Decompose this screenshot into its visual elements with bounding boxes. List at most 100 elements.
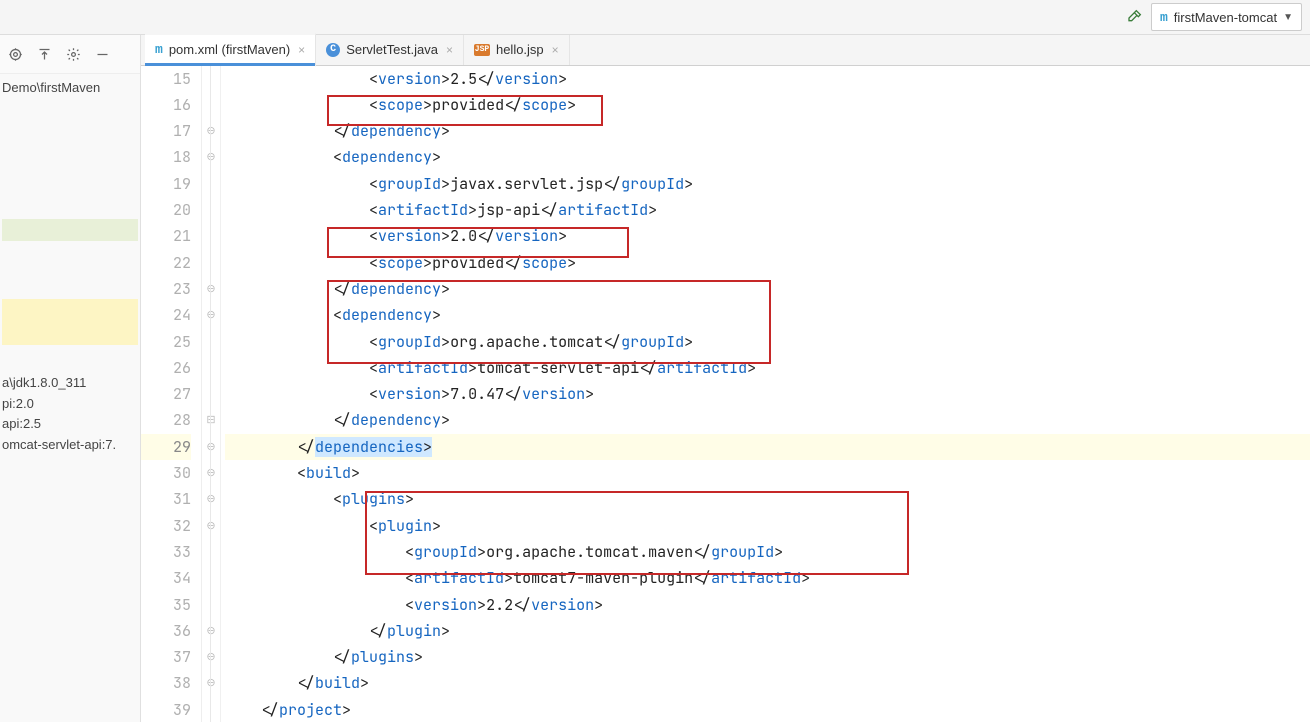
code-line[interactable]: <version>2.0</version> <box>225 223 1310 249</box>
line-number[interactable]: 24 <box>141 302 191 328</box>
line-number[interactable]: 34 <box>141 565 191 591</box>
fold-marker[interactable]: ⊖ <box>202 434 220 460</box>
project-sidebar[interactable]: Demo\firstMaven a\jdk1.8.0_311 pi:2.0 ap… <box>0 35 141 722</box>
project-path[interactable]: Demo\firstMaven <box>2 78 138 99</box>
close-icon[interactable]: × <box>446 43 453 57</box>
minus-icon[interactable] <box>95 47 110 62</box>
code-line[interactable]: <dependency> <box>225 144 1310 170</box>
line-number[interactable]: 25 <box>141 329 191 355</box>
code-line[interactable]: <scope>provided</scope> <box>225 92 1310 118</box>
run-config-selector[interactable]: m firstMaven-tomcat ▼ <box>1151 3 1302 31</box>
line-number[interactable]: 16 <box>141 92 191 118</box>
code-line[interactable]: <version>7.0.47</version> <box>225 381 1310 407</box>
fold-marker[interactable]: ⊖ <box>202 144 220 170</box>
gear-icon[interactable] <box>66 47 81 62</box>
code-line[interactable]: <version>2.5</version> <box>225 66 1310 92</box>
code-line[interactable]: <artifactId>jsp-api</artifactId> <box>225 197 1310 223</box>
target-icon[interactable] <box>8 47 23 62</box>
code-line[interactable]: <artifactId>tomcat-servlet-api</artifact… <box>225 355 1310 381</box>
code-line[interactable]: </build> <box>225 670 1310 696</box>
code-lines[interactable]: <version>2.5</version> <scope>provided</… <box>221 66 1310 722</box>
close-icon[interactable]: × <box>298 43 305 57</box>
line-number[interactable]: 23 <box>141 276 191 302</box>
fold-marker[interactable]: ⊖ <box>202 276 220 302</box>
line-number[interactable]: 17 <box>141 118 191 144</box>
line-number[interactable]: 19 <box>141 171 191 197</box>
code-line[interactable]: </dependencies> <box>225 434 1310 460</box>
fold-marker[interactable]: ⊟ <box>202 407 220 433</box>
code-line[interactable]: <version>2.2</version> <box>225 592 1310 618</box>
fold-marker[interactable]: ⊖ <box>202 513 220 539</box>
line-number[interactable]: 30 <box>141 460 191 486</box>
line-number[interactable]: 22 <box>141 250 191 276</box>
code-line[interactable]: <groupId>org.apache.tomcat.maven</groupI… <box>225 539 1310 565</box>
fold-marker[interactable] <box>202 381 220 407</box>
fold-marker[interactable] <box>202 66 220 92</box>
fold-marker[interactable] <box>202 92 220 118</box>
fold-marker[interactable]: ⊖ <box>202 670 220 696</box>
fold-marker[interactable] <box>202 697 220 722</box>
fold-marker[interactable] <box>202 329 220 355</box>
editor-tab[interactable]: mpom.xml (firstMaven)× <box>145 33 316 67</box>
code-line[interactable]: <dependency> <box>225 302 1310 328</box>
line-gutter[interactable]: 1516171819202122232425262728293031323334… <box>141 66 202 722</box>
fold-marker[interactable]: ⊖ <box>202 618 220 644</box>
code-line[interactable]: <groupId>org.apache.tomcat</groupId> <box>225 329 1310 355</box>
code-line[interactable]: </plugins> <box>225 644 1310 670</box>
line-number[interactable]: 26 <box>141 355 191 381</box>
collapse-icon[interactable] <box>37 47 52 62</box>
line-number[interactable]: 38 <box>141 670 191 696</box>
editor-tab[interactable]: CServletTest.java× <box>316 35 464 65</box>
editor-tab[interactable]: JSPhello.jsp× <box>464 35 570 65</box>
tree-item[interactable]: omcat-servlet-api:7. <box>2 435 138 456</box>
line-number[interactable]: 39 <box>141 697 191 722</box>
line-number[interactable]: 36 <box>141 618 191 644</box>
code-line[interactable]: <plugin> <box>225 513 1310 539</box>
fold-marker[interactable]: ⊖ <box>202 118 220 144</box>
line-number[interactable]: 32 <box>141 513 191 539</box>
line-number[interactable]: 33 <box>141 539 191 565</box>
editor-area: mpom.xml (firstMaven)×CServletTest.java×… <box>141 35 1310 722</box>
build-icon[interactable] <box>1127 8 1143 27</box>
code-line[interactable]: </dependency> <box>225 407 1310 433</box>
line-number[interactable]: 20 <box>141 197 191 223</box>
line-number[interactable]: 21 <box>141 223 191 249</box>
code-line[interactable]: <plugins> <box>225 486 1310 512</box>
fold-marker[interactable] <box>202 223 220 249</box>
tree-item[interactable]: a\jdk1.8.0_311 <box>2 373 138 394</box>
code-line[interactable]: <scope>provided</scope> <box>225 250 1310 276</box>
code-line[interactable]: </dependency> <box>225 276 1310 302</box>
code-line[interactable]: <groupId>javax.servlet.jsp</groupId> <box>225 171 1310 197</box>
code-line[interactable]: <artifactId>tomcat7-maven-plugin</artifa… <box>225 565 1310 591</box>
fold-marker[interactable] <box>202 355 220 381</box>
fold-marker[interactable] <box>202 565 220 591</box>
code-line[interactable]: </project> <box>225 697 1310 722</box>
line-number[interactable]: 31 <box>141 486 191 512</box>
line-number[interactable]: 28 <box>141 407 191 433</box>
fold-marker[interactable]: ⊖ <box>202 302 220 328</box>
line-number[interactable]: 29 <box>141 434 191 460</box>
close-icon[interactable]: × <box>552 43 559 57</box>
fold-marker[interactable] <box>202 592 220 618</box>
code-editor[interactable]: 1516171819202122232425262728293031323334… <box>141 66 1310 722</box>
fold-marker[interactable] <box>202 539 220 565</box>
fold-marker[interactable]: ⊖ <box>202 644 220 670</box>
line-number[interactable]: 18 <box>141 144 191 170</box>
line-number[interactable]: 35 <box>141 592 191 618</box>
fold-marker[interactable] <box>202 250 220 276</box>
code-line[interactable]: <build> <box>225 460 1310 486</box>
fold-marker[interactable] <box>202 171 220 197</box>
fold-column[interactable]: ⊖⊖⊖⊖⊟⊖⊖⊖⊖⊖⊖⊖ <box>202 66 221 722</box>
line-number[interactable]: 15 <box>141 66 191 92</box>
fold-marker[interactable]: ⊖ <box>202 460 220 486</box>
tree-item[interactable]: api:2.5 <box>2 414 138 435</box>
tree-highlight-2 <box>2 299 138 345</box>
tree-item[interactable]: pi:2.0 <box>2 394 138 415</box>
fold-marker[interactable]: ⊖ <box>202 486 220 512</box>
code-line[interactable]: </dependency> <box>225 118 1310 144</box>
project-tree[interactable]: Demo\firstMaven a\jdk1.8.0_311 pi:2.0 ap… <box>0 74 140 460</box>
line-number[interactable]: 37 <box>141 644 191 670</box>
code-line[interactable]: </plugin> <box>225 618 1310 644</box>
line-number[interactable]: 27 <box>141 381 191 407</box>
fold-marker[interactable] <box>202 197 220 223</box>
